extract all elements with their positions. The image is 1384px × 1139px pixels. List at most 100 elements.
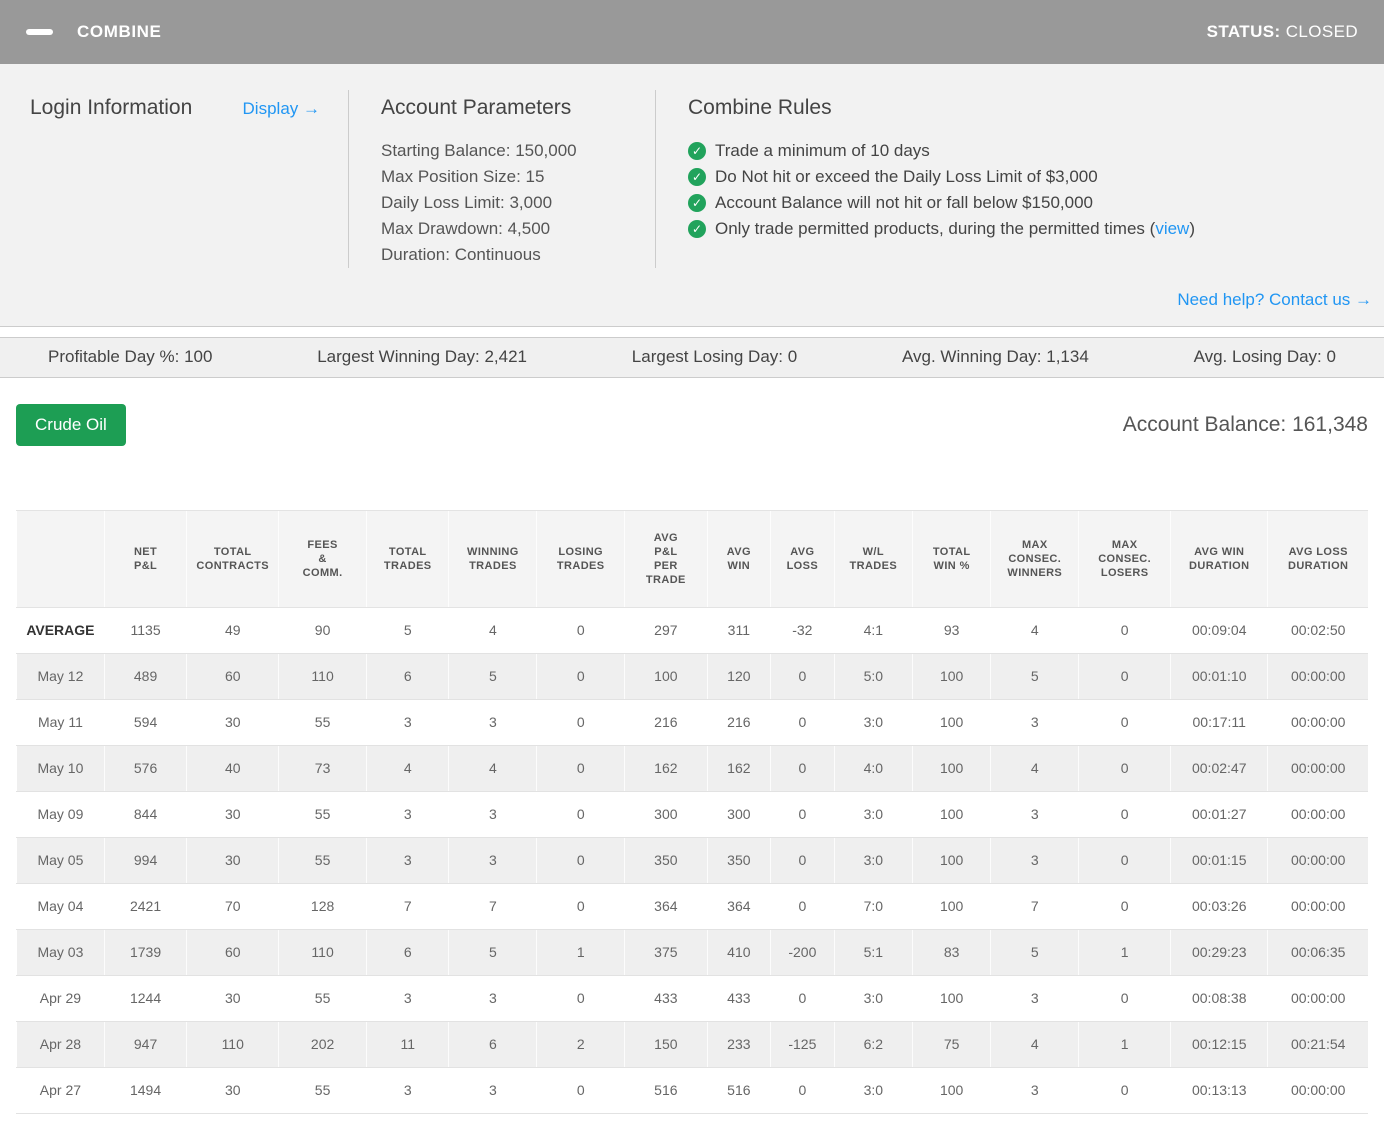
cell: 6:2	[833, 1021, 913, 1068]
status-label: STATUS:	[1206, 22, 1281, 41]
column-header: MAX CONSEC. WINNERS	[990, 510, 1079, 608]
cell: 0	[536, 837, 625, 884]
cell: 110	[186, 1021, 279, 1068]
cell: 0	[1078, 975, 1171, 1022]
login-information-section: Login Information Display →	[0, 90, 348, 268]
column-header: AVG P&L PER TRADE	[624, 510, 708, 608]
page-title: COMBINE	[77, 22, 162, 41]
product-button-crude-oil[interactable]: Crude Oil	[16, 404, 126, 446]
parameter-line: Duration: Continuous	[381, 245, 541, 264]
cell: 3	[366, 975, 449, 1022]
results-table-wrap: NET P&L TOTAL CONTRACTS FEES & COMM. TOTAL …	[16, 510, 1368, 1114]
cell: 11	[366, 1021, 449, 1068]
cell: 150	[624, 1021, 708, 1068]
cell: 233	[706, 1021, 771, 1068]
cell: 0	[770, 653, 835, 700]
cell: 00:17:11	[1170, 699, 1268, 746]
parameter-line: Max Drawdown: 4,500	[381, 219, 551, 238]
cell: 0	[770, 883, 835, 930]
cell: 0	[770, 975, 835, 1022]
stat-label: Avg. Losing Day:	[1193, 347, 1327, 366]
cell: 3	[448, 975, 537, 1022]
cell: 00:00:00	[1267, 975, 1368, 1022]
cell: 00:12:15	[1170, 1021, 1268, 1068]
cell: 162	[706, 745, 771, 792]
cell: 00:08:38	[1170, 975, 1268, 1022]
cell: 3	[990, 1067, 1079, 1114]
contact-us-link[interactable]: Need help? Contact us →	[1177, 290, 1372, 309]
cell: 3:0	[833, 1067, 913, 1114]
cell: 75	[911, 1021, 991, 1068]
cell: 3	[448, 699, 537, 746]
cell: 1	[1078, 929, 1171, 976]
table-row: May 10 576 40 73 4 4 0 162 162 0 4:0 100 4 0 00:02:47 0…	[16, 745, 1368, 792]
table-row: Apr 28 947 110 202 11 6 2 150 233 -125 6:2 75 4 1 00:1…	[16, 1021, 1368, 1068]
display-link[interactable]: Display →	[243, 99, 320, 119]
cell: 2421	[103, 883, 187, 930]
table-row: Apr 29 1244 30 55 3 3 0 433 433 0 3:0 100 3 0 00:08:38…	[16, 975, 1368, 1022]
account-parameters-section: Account Parameters Starting Balance: 150…	[348, 90, 655, 268]
combine-rules-section: Combine Rules ✓ Trade a minimum of 10 day…	[655, 90, 1384, 268]
stat-item: Largest Winning Day: 2,421	[317, 347, 527, 367]
minimize-icon[interactable]	[26, 29, 53, 35]
cell: 1494	[103, 1067, 187, 1114]
cell: 100	[911, 699, 991, 746]
cell: 100	[911, 653, 991, 700]
cell: 0	[1078, 607, 1171, 654]
rule-text: Account Balance will not hit or fall bel…	[715, 193, 1094, 212]
cell: 0	[1078, 837, 1171, 884]
table-row: AVERAGE 1135 49 90 5 4 0 297 311 -32 4:1 93 4 0 00:09:…	[16, 607, 1368, 654]
stat-item: Avg. Losing Day: 0	[1194, 347, 1336, 367]
row-label: May 11	[16, 699, 105, 746]
cell: 3	[990, 975, 1079, 1022]
status-value: CLOSED	[1285, 22, 1358, 41]
cell: 516	[624, 1067, 708, 1114]
cell: 30	[186, 837, 279, 884]
cell: 6	[366, 929, 449, 976]
cell: 00:21:54	[1267, 1021, 1368, 1068]
table-header: NET P&L TOTAL CONTRACTS FEES & COMM. TOTAL …	[16, 510, 1368, 608]
account-parameters-title: Account Parameters	[381, 96, 572, 119]
cell: 0	[770, 1067, 835, 1114]
cell: 594	[103, 699, 187, 746]
cell: 216	[706, 699, 771, 746]
cell: 30	[186, 699, 279, 746]
row-label: May 09	[16, 791, 105, 838]
table-row: May 03 1739 60 110 6 5 1 375 410 -200 5:1 83 5 1 00:29…	[16, 929, 1368, 976]
cell: 350	[624, 837, 708, 884]
rule-text: Only trade permitted products, during th…	[715, 219, 1156, 238]
cell: 00:09:04	[1170, 607, 1268, 654]
cell: 5:0	[833, 653, 913, 700]
cell: 947	[103, 1021, 187, 1068]
cell: 55	[278, 975, 367, 1022]
cell: 0	[1078, 883, 1171, 930]
row-label: May 12	[16, 653, 105, 700]
cell: 55	[278, 837, 367, 884]
cell: 0	[1078, 745, 1171, 792]
cell: 1135	[103, 607, 187, 654]
check-circle-icon: ✓	[688, 220, 706, 238]
table-row: Apr 27 1494 30 55 3 3 0 516 516 0 3:0 100 3 0 00:13:13…	[16, 1067, 1368, 1114]
cell: 100	[911, 1067, 991, 1114]
cell: 110	[278, 929, 367, 976]
cell: 128	[278, 883, 367, 930]
cell: 5	[990, 653, 1079, 700]
rule-item: ✓ Only trade permitted products, during t…	[688, 216, 1360, 242]
stat-value: 0	[787, 347, 798, 366]
cell: 00:00:00	[1267, 699, 1368, 746]
cell: 0	[1078, 791, 1171, 838]
cell: 100	[911, 745, 991, 792]
cell: 0	[770, 791, 835, 838]
stat-value: 2,421	[484, 347, 528, 366]
rule-item: ✓ Do Not hit or exceed the Daily Loss Lim…	[688, 164, 1360, 190]
cell: 0	[536, 653, 625, 700]
check-circle-icon: ✓	[688, 194, 706, 212]
cell: 4	[990, 1021, 1079, 1068]
rule-text-after: )	[1189, 219, 1195, 238]
login-information-title: Login Information	[30, 96, 193, 119]
column-header: AVG WIN DURATION	[1170, 510, 1268, 608]
cell: 00:02:50	[1267, 607, 1368, 654]
cell: 5	[448, 653, 537, 700]
column-header-empty	[16, 510, 105, 608]
view-link[interactable]: view	[1155, 216, 1189, 242]
